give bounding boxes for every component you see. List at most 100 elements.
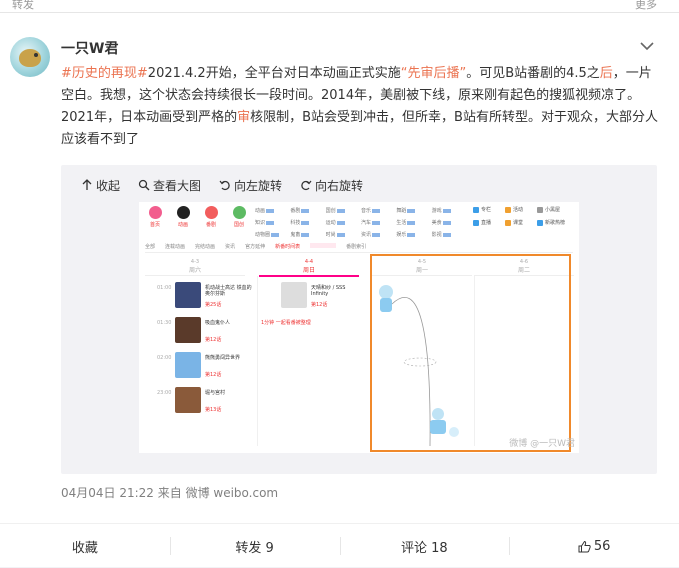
post-username[interactable]: 一只W君 (61, 38, 118, 58)
category-tag[interactable]: 运动 (326, 219, 359, 226)
subnav-item[interactable]: 全部 (145, 243, 155, 250)
avatar[interactable] (10, 37, 50, 77)
right-link[interactable]: 小黑屋 (537, 206, 569, 213)
category-tag[interactable]: 番剧 (290, 207, 323, 214)
previous-more-link[interactable]: 更多 (635, 0, 657, 12)
entry-episode: 第12话 (205, 337, 222, 343)
bilibili-schedule-screenshot[interactable]: 首页 动画 番剧 国创 动画 番剧 国创 音乐 舞蹈 游戏 知识 科技 运动 汽车 生活 美食 动物圈 鬼畜 时尚… (139, 202, 579, 453)
collapse-button[interactable]: 收起 (81, 175, 120, 195)
entry-title: 熊熊勇闯异世界 (205, 355, 241, 361)
image-viewer-panel: 收起 查看大图 向左旋转 向右旋转 首页 动画 番剧 国创 动画 番剧 国创 音乐 舞蹈 游戏知… (61, 165, 657, 474)
schedule-entry[interactable]: 01:30 吸血鬼仆人第12话 (157, 317, 255, 350)
category-tag[interactable]: 美食 (432, 219, 465, 226)
entry-thumbnail (281, 282, 307, 308)
comment-button[interactable]: 评论 18 (339, 524, 510, 568)
count-badge (372, 208, 380, 213)
category-tag[interactable]: 资讯 (361, 231, 394, 238)
right-link[interactable]: 专栏 (473, 206, 505, 213)
category-tag[interactable]: 科技 (290, 219, 323, 226)
category-icon (204, 206, 218, 219)
category-item[interactable]: 番剧 (201, 206, 221, 228)
right-link[interactable]: 活动 (505, 206, 537, 213)
bird-avatar-icon (19, 49, 41, 67)
subnav-item[interactable]: 新番时间表 (275, 243, 300, 250)
schedule-entry[interactable]: 23:00 堀与宫村 第13话 (157, 387, 255, 420)
category-tag[interactable]: 音乐 (361, 207, 394, 214)
repost-button[interactable]: 转发 9 (169, 524, 340, 568)
keyword-link-3[interactable]: 审 (237, 110, 250, 125)
count-badge (271, 232, 280, 237)
entry-title: 吸血鬼仆人 (205, 320, 231, 326)
subnav-item[interactable]: 连载动画 (165, 243, 185, 250)
category-icon (176, 206, 190, 219)
view-large-button[interactable]: 查看大图 (138, 175, 201, 195)
category-tag[interactable]: 鬼畜 (290, 231, 323, 238)
category-tag[interactable]: 动画 (255, 207, 288, 214)
entry-time: 01:30 (157, 320, 172, 326)
image-toolbar: 收起 查看大图 向左旋转 向右旋转 (81, 175, 363, 195)
category-tag[interactable]: 生活 (396, 219, 429, 226)
count-badge (372, 232, 380, 237)
hashtag-link[interactable]: #历史的再现# (61, 66, 148, 81)
category-item[interactable]: 国创 (229, 206, 249, 228)
post-body: #历史的再现#2021.4.2开始，全平台对日本动画正式实施“先审后播”。可见B… (61, 66, 658, 147)
keyword-link-1[interactable]: “先审后播” (401, 66, 466, 81)
previous-repost-link[interactable]: 转发 (12, 0, 34, 12)
magnifier-icon (138, 179, 150, 191)
favorite-button[interactable]: 收藏 (0, 524, 170, 568)
subnav-item[interactable]: 完结动画 (195, 243, 215, 250)
entry-title: 机动战士高达 铁血的奥尔芬斯 (205, 285, 252, 297)
post-action-bar: 收藏 转发 9 评论 18 56 (0, 523, 679, 568)
like-button[interactable]: 56 (509, 524, 679, 568)
rotate-left-button[interactable]: 向左旋转 (219, 175, 282, 195)
schedule-entry[interactable]: 01:00 机动战士高达 铁血的奥尔芬斯 第25话 (157, 282, 255, 315)
entry-episode: 第25话 (205, 302, 222, 308)
category-tag[interactable]: 时尚 (326, 231, 359, 238)
category-item[interactable]: 动画 (173, 206, 193, 228)
category-tag[interactable]: 国创 (326, 207, 359, 214)
category-tag[interactable]: 娱乐 (396, 231, 429, 238)
link-icon (473, 206, 479, 213)
post-meta[interactable]: 04月04日 21:22 来自 微博 weibo.com (61, 484, 278, 501)
schedule-entry[interactable]: 02:00 熊熊勇闯异世界 第12话 (157, 352, 255, 385)
category-tag[interactable]: 游戏 (432, 207, 465, 214)
count-badge (266, 208, 275, 213)
category-tag[interactable]: 知识 (255, 219, 288, 226)
entry-time: 23:00 (157, 390, 172, 396)
category-label: 番剧 (205, 222, 216, 228)
link-icon (505, 206, 511, 213)
chevron-down-icon[interactable] (639, 41, 655, 51)
subnav-item[interactable]: 官方延伸 (245, 243, 265, 250)
link-icon (473, 219, 479, 226)
annotation-highlight-box (370, 254, 571, 452)
entry-thumbnail (175, 317, 201, 343)
category-tag[interactable]: 舞蹈 (396, 207, 429, 214)
rotate-left-icon (219, 180, 230, 191)
category-tag[interactable]: 动物圈 (255, 231, 288, 238)
right-link[interactable]: 课堂 (505, 219, 537, 226)
fishing-character-drawing (379, 285, 459, 447)
count-badge (407, 232, 416, 237)
count-badge (301, 208, 310, 213)
right-link[interactable]: 新歌热榜 (537, 219, 569, 226)
count-badge (372, 220, 380, 225)
category-item[interactable]: 首页 (145, 206, 165, 228)
right-link[interactable]: 直播 (473, 219, 505, 226)
count-badge (336, 232, 345, 237)
category-tag[interactable]: 影视 (432, 231, 465, 238)
keyword-link-2[interactable]: 后 (600, 66, 613, 81)
entry-time: 02:00 (157, 355, 172, 361)
entry-episode: 第13话 (205, 407, 222, 413)
category-tag[interactable]: 汽车 (361, 219, 394, 226)
category-label: 动画 (177, 222, 188, 228)
right-links: 专栏 活动 小黑屋直播 课堂 新歌热榜 (473, 206, 569, 226)
weibo-watermark: 微博 @一只W君 (509, 439, 575, 449)
rotate-right-button[interactable]: 向右旋转 (300, 175, 363, 195)
subnav-item[interactable]: 番剧索引 (346, 243, 366, 250)
subnav-highlight (310, 243, 337, 248)
count-badge (336, 208, 345, 213)
category-icons: 首页 动画 番剧 国创 (145, 206, 249, 228)
subnav-item[interactable]: 资讯 (225, 243, 235, 250)
column-note: 1分钟 一起看番被整理 (261, 320, 311, 326)
schedule-entry[interactable]: 天晴和纱 / SSS Infinity 第12话 (263, 282, 361, 315)
